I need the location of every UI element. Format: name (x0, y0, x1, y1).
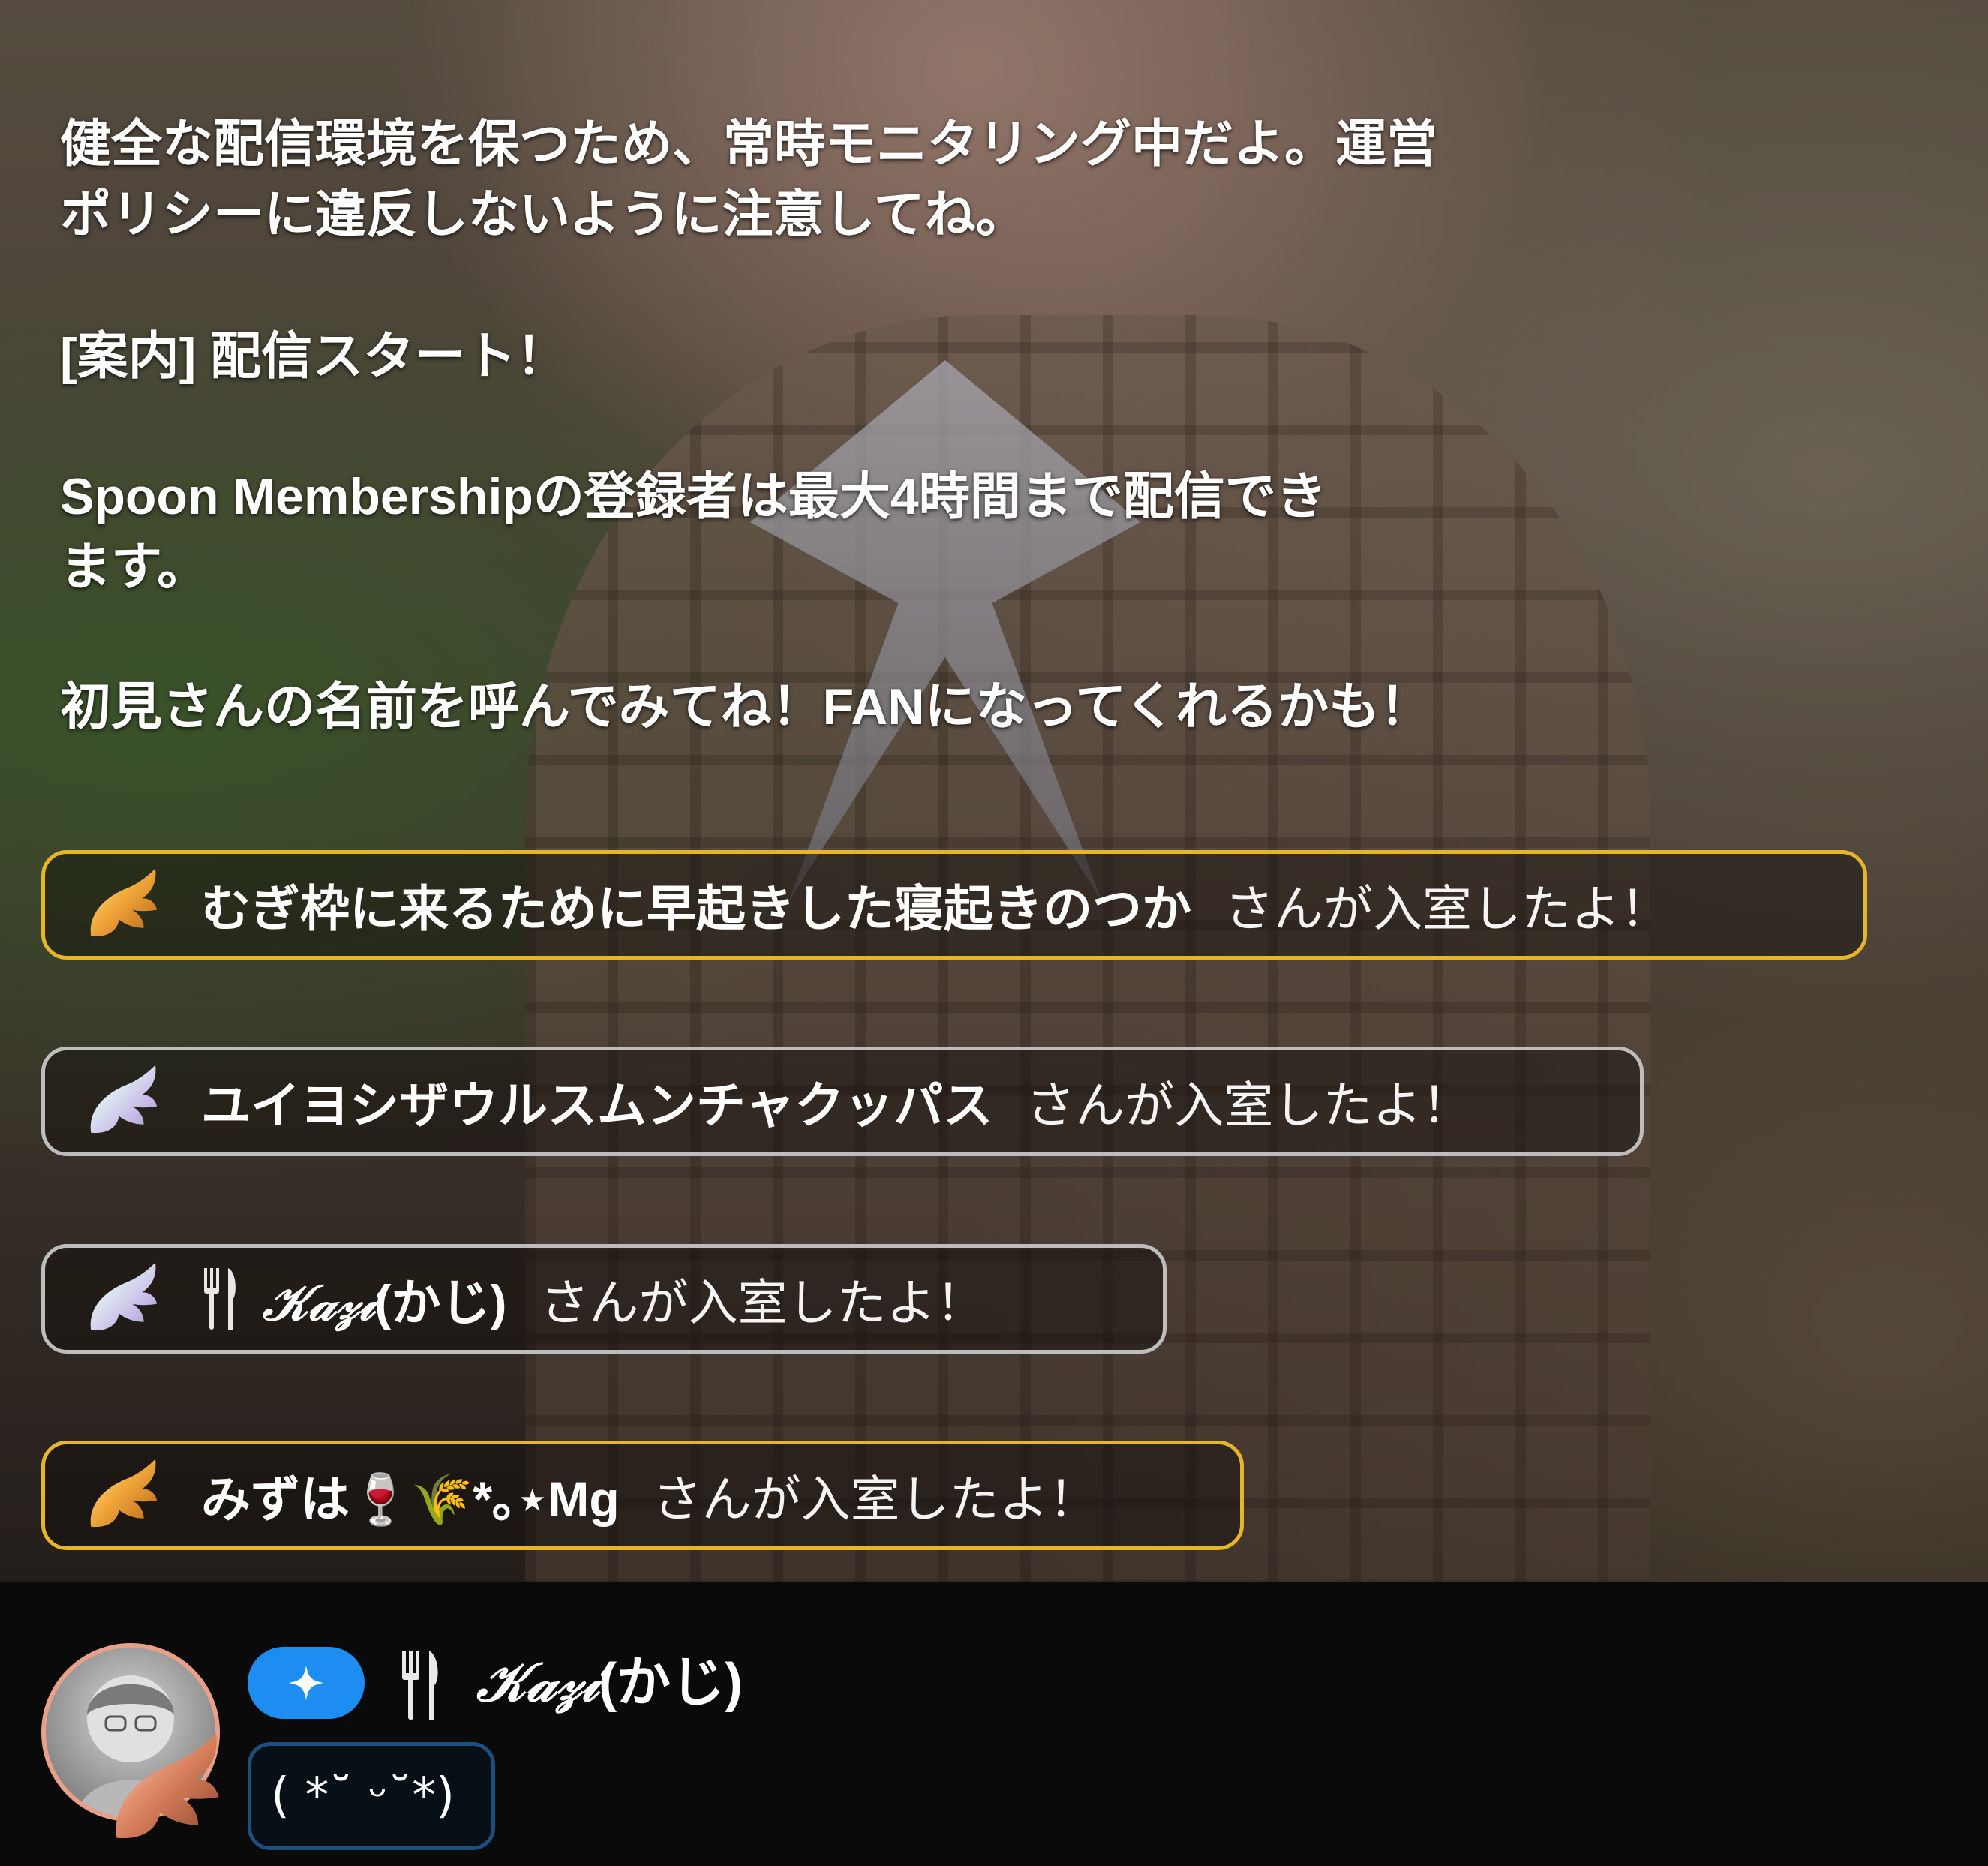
join-message-2: ユイヨシザウルスムンチャクッパス さんが入室したよ！ (41, 1047, 1644, 1156)
fork-knife-icon (402, 1651, 438, 1720)
notice-membership: Spoon Membershipの登録者は最大4時間まで配信でき ます。 (60, 468, 1327, 596)
join-user-name[interactable]: ユイヨシザウルスムンチャクッパス (201, 1065, 992, 1137)
join-message-1: むぎ枠に来るために早起きした寝起きのつか さんが入室したよ！ (41, 850, 1867, 960)
gold-wing-icon (81, 864, 164, 946)
join-suffix: さんが入室したよ！ (652, 1471, 1098, 1527)
fork-knife-icon (204, 1268, 236, 1330)
current-user-name[interactable]: 𝒦𝒶𝓏𝒾(かじ) (476, 1645, 743, 1720)
join-user-name-rest: (かじ) (374, 1275, 507, 1330)
join-message-3: 𝒦𝒶𝓏𝒾(かじ) さんが入室したよ！ (41, 1244, 1167, 1354)
notice-monitoring: 健全な配信環境を保つため、常時モニタリング中だよ。運営 ポリシーに違反しないよう… (60, 116, 1438, 243)
current-user-name-styled: 𝒦𝒶𝓏𝒾 (476, 1650, 599, 1714)
join-suffix: さんが入室したよ！ (1026, 1077, 1472, 1133)
copper-wing-icon (101, 1726, 229, 1853)
current-user-name-rest: (かじ) (599, 1653, 743, 1713)
join-user-name[interactable]: みずは🍷🌾*｡⋆Mg (201, 1459, 620, 1531)
join-user-name[interactable]: 𝒦𝒶𝓏𝒾(かじ) (263, 1263, 506, 1335)
gold-wing-icon (81, 1454, 164, 1537)
silver-wing-icon (81, 1060, 164, 1143)
plus-badge-icon (248, 1647, 365, 1719)
join-suffix: さんが入室したよ！ (1224, 881, 1670, 936)
notice-newcomer: 初見さんの名前を呼んでみてね！FANになってくれるかも！ (60, 678, 1431, 735)
notice-stream-start: [案内] 配信スタート！ (60, 328, 568, 385)
join-user-name[interactable]: むぎ枠に来るために早起きした寝起きのつか (201, 869, 1191, 941)
join-user-name-styled: 𝒦𝒶𝓏𝒾 (263, 1273, 375, 1332)
join-suffix: さんが入室したよ！ (539, 1275, 986, 1330)
current-user-message: ( *˘ ᵕ˘*) (248, 1742, 495, 1850)
join-message-4: みずは🍷🌾*｡⋆Mg さんが入室したよ！ (41, 1441, 1244, 1550)
silver-wing-icon (81, 1258, 164, 1340)
sparkle-icon (289, 1666, 323, 1700)
